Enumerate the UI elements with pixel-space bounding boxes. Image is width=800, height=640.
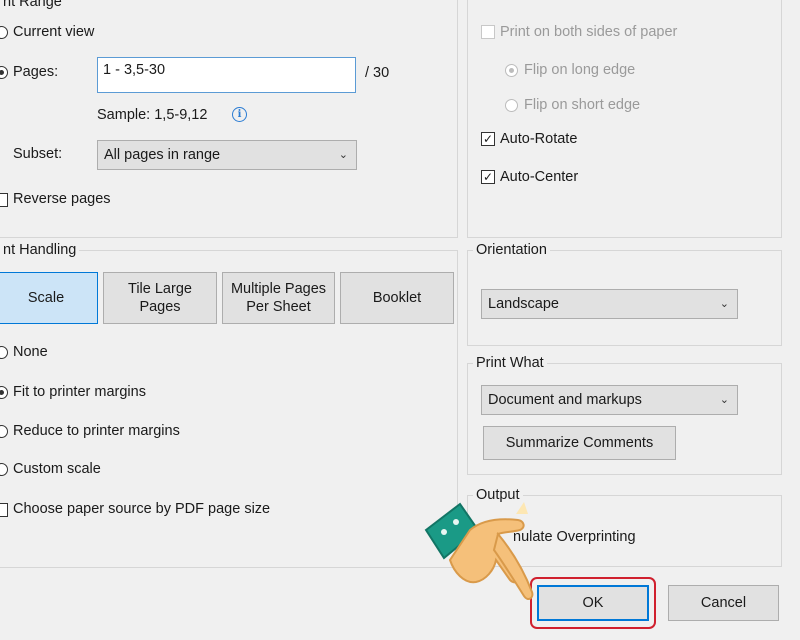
pages-total: / 30: [365, 65, 390, 81]
pages-label[interactable]: Pages:: [13, 64, 58, 80]
summarize-comments-label: Summarize Comments: [505, 435, 654, 451]
both-sides-label[interactable]: Print on both sides of paper: [500, 24, 677, 40]
flip-long-radio[interactable]: [505, 64, 518, 77]
pages-input[interactable]: 1 - 3,5-30: [97, 57, 356, 93]
info-icon[interactable]: i: [232, 107, 247, 122]
auto-rotate-label[interactable]: Auto-Rotate: [500, 131, 577, 147]
page-range-legend: nt Range: [0, 0, 65, 10]
tab-multiple-pages[interactable]: Multiple Pages Per Sheet: [222, 272, 335, 324]
tab-scale-label: Scale: [27, 290, 65, 306]
reduce-label[interactable]: Reduce to printer margins: [13, 423, 180, 439]
orientation-select[interactable]: Landscape ⌄: [481, 289, 738, 319]
custom-scale-label[interactable]: Custom scale: [13, 461, 101, 477]
auto-center-checkbox[interactable]: ✓: [481, 170, 495, 184]
fit-label[interactable]: Fit to printer margins: [13, 384, 146, 400]
sample-text: Sample: 1,5-9,12: [97, 107, 208, 123]
auto-center-label[interactable]: Auto-Center: [500, 169, 578, 185]
auto-rotate-checkbox[interactable]: ✓: [481, 132, 495, 146]
print-what-value: Document and markups: [488, 392, 642, 408]
tab-booklet[interactable]: Booklet: [340, 272, 454, 324]
subset-select[interactable]: All pages in range ⌄: [97, 140, 357, 170]
print-what-legend: Print What: [473, 355, 547, 371]
orientation-value: Landscape: [488, 296, 559, 312]
reverse-pages-label[interactable]: Reverse pages: [13, 191, 111, 207]
paper-source-label[interactable]: Choose paper source by PDF page size: [13, 501, 270, 517]
tab-scale[interactable]: Scale: [0, 272, 98, 324]
chevron-down-icon: ⌄: [338, 149, 348, 161]
tab-multiple-line1: Multiple Pages: [230, 281, 327, 297]
orientation-legend: Orientation: [473, 242, 550, 258]
subset-label: Subset:: [13, 146, 63, 162]
both-sides-checkbox[interactable]: [481, 25, 495, 39]
flip-short-label[interactable]: Flip on short edge: [524, 97, 640, 113]
chevron-down-icon: ⌄: [719, 394, 729, 406]
cancel-button[interactable]: Cancel: [668, 585, 779, 621]
none-label[interactable]: None: [13, 344, 48, 360]
subset-value: All pages in range: [104, 147, 221, 163]
flip-short-radio[interactable]: [505, 99, 518, 112]
paper-source-checkbox[interactable]: [0, 503, 8, 517]
tab-multiple-line2: Per Sheet: [246, 299, 311, 315]
pointing-hand-icon: [424, 502, 534, 600]
tab-tile-line1: Tile Large: [128, 281, 192, 297]
page-handling-legend: nt Handling: [0, 242, 80, 258]
ok-label: OK: [582, 595, 604, 611]
tab-tile-line2: Pages: [139, 299, 181, 315]
summarize-comments-button[interactable]: Summarize Comments: [483, 426, 676, 460]
chevron-down-icon: ⌄: [719, 298, 729, 310]
print-what-select[interactable]: Document and markups ⌄: [481, 385, 738, 415]
cancel-label: Cancel: [700, 595, 747, 611]
tab-booklet-label: Booklet: [372, 290, 422, 306]
flip-long-label[interactable]: Flip on long edge: [524, 62, 635, 78]
current-view-text: Current view: [13, 24, 95, 40]
tab-tile-large-pages[interactable]: Tile Large Pages: [103, 272, 217, 324]
current-view-label[interactable]: Current view: [13, 24, 94, 40]
reverse-pages-checkbox[interactable]: [0, 193, 8, 207]
